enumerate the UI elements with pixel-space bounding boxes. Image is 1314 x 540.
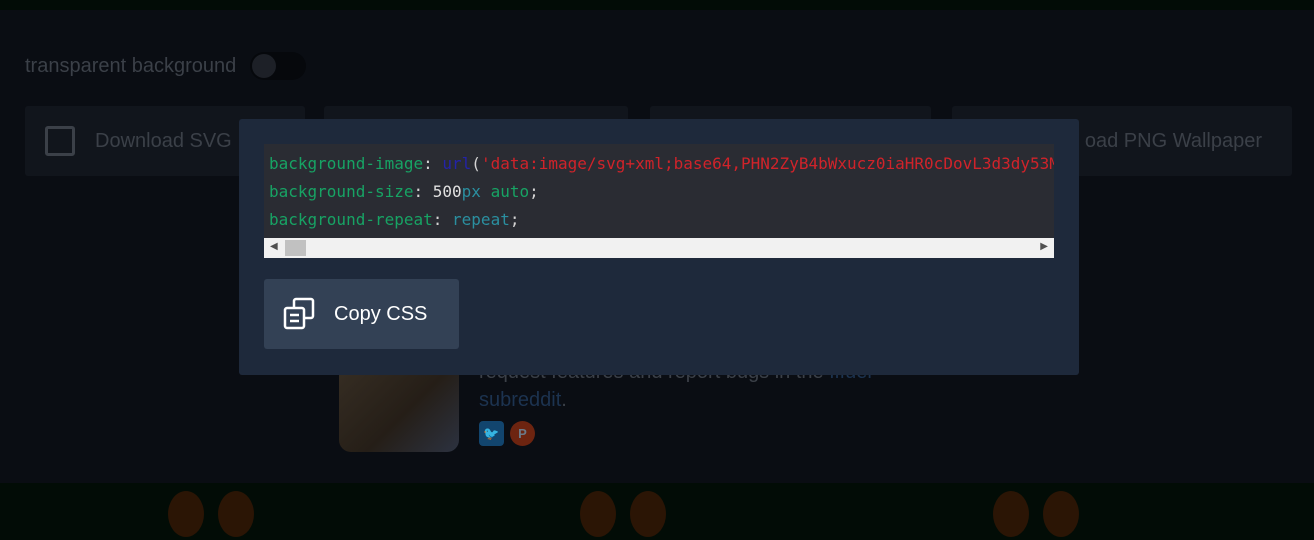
bio-end: . bbox=[561, 389, 567, 411]
copy-icon bbox=[283, 297, 315, 330]
pattern-strip-bottom bbox=[0, 483, 1314, 540]
copy-css-button[interactable]: Copy CSS bbox=[264, 279, 459, 349]
code-line-2: background-size: 500px auto; bbox=[269, 182, 539, 201]
twitter-icon[interactable]: 🐦 bbox=[479, 421, 504, 446]
patreon-icon[interactable]: P bbox=[510, 421, 535, 446]
toggle-knob bbox=[252, 54, 277, 78]
css-modal: background-image: url('data:image/svg+xm… bbox=[239, 119, 1079, 375]
scroll-left-icon[interactable]: ◀ bbox=[270, 241, 278, 252]
code-line-1: background-image: url('data:image/svg+xm… bbox=[269, 154, 1054, 173]
scrollbar-thumb[interactable] bbox=[285, 240, 306, 256]
scroll-right-icon[interactable]: ▶ bbox=[1040, 241, 1048, 252]
download-svg-label: Download SVG bbox=[95, 129, 232, 152]
css-code-block[interactable]: background-image: url('data:image/svg+xm… bbox=[264, 144, 1054, 238]
transparent-background-row: transparent background bbox=[25, 52, 307, 80]
toggle-label: transparent background bbox=[25, 54, 237, 77]
download-png-wallpaper-label: oad PNG Wallpaper bbox=[1084, 129, 1262, 152]
code-line-3: background-repeat: repeat; bbox=[269, 210, 520, 229]
horizontal-scrollbar[interactable]: ◀ ▶ bbox=[264, 238, 1054, 258]
transparent-background-toggle[interactable] bbox=[250, 52, 307, 80]
pattern-strip-top bbox=[0, 0, 1314, 10]
vector-icon bbox=[45, 126, 75, 156]
copy-css-label: Copy CSS bbox=[334, 302, 428, 325]
